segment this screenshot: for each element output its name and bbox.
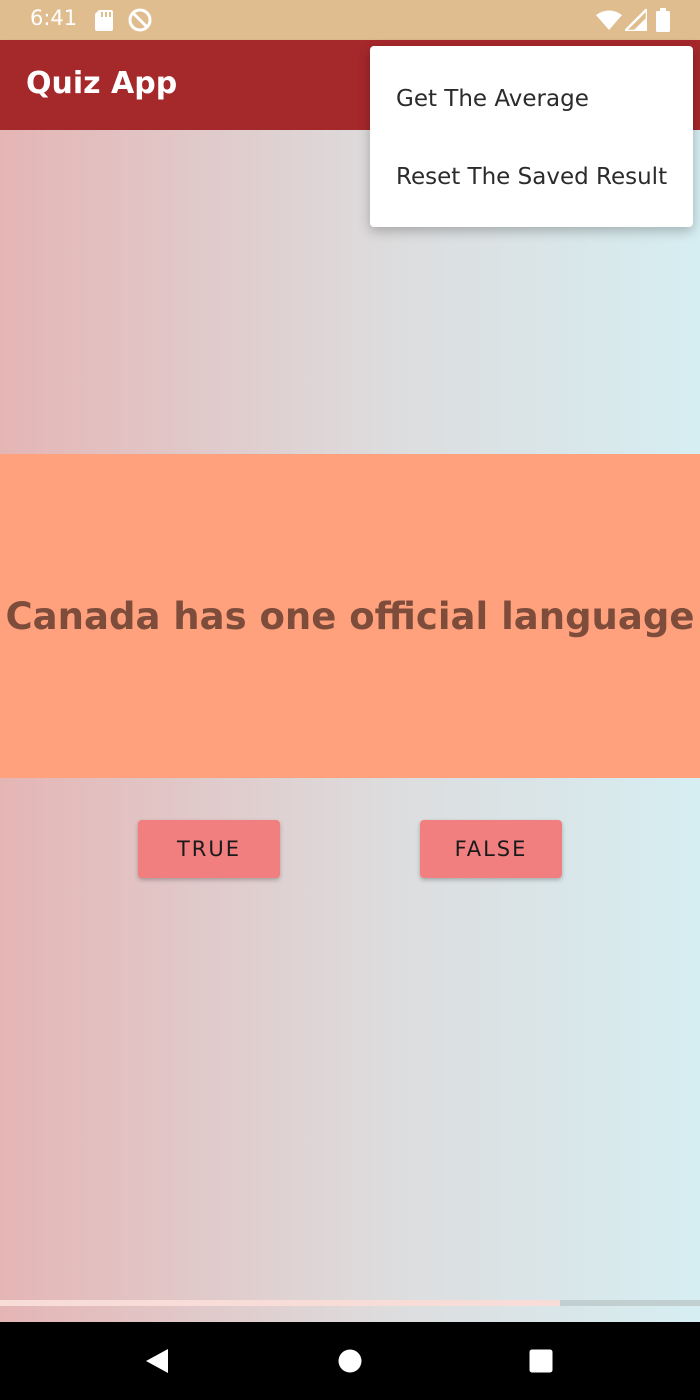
main-content: Canada has one official language TRUE FA… [0,130,700,1322]
question-text: Canada has one official language [5,594,695,638]
status-bar: 6:41 [0,0,700,40]
navigation-bar [0,1322,700,1400]
home-icon[interactable] [338,1349,362,1373]
battery-icon [656,8,670,32]
menu-item-reset-saved-result[interactable]: Reset The Saved Result [370,138,693,216]
back-icon[interactable] [144,1348,170,1374]
screen: 6:41 Quiz App Canada has one official la… [0,0,700,1400]
app-title: Quiz App [26,66,178,101]
do-not-disturb-icon [128,8,152,32]
recents-icon[interactable] [529,1349,553,1373]
question-panel: Canada has one official language [0,454,700,778]
sd-card-icon [95,10,113,31]
status-time: 6:41 [30,6,78,30]
true-button[interactable]: TRUE [138,820,280,878]
false-button[interactable]: FALSE [420,820,562,878]
signal-icon [625,9,647,31]
progress-fill [0,1300,560,1306]
menu-item-get-average[interactable]: Get The Average [370,60,693,138]
wifi-icon [596,10,622,30]
progress-bar [0,1300,700,1306]
overflow-menu: Get The Average Reset The Saved Result [370,46,693,227]
